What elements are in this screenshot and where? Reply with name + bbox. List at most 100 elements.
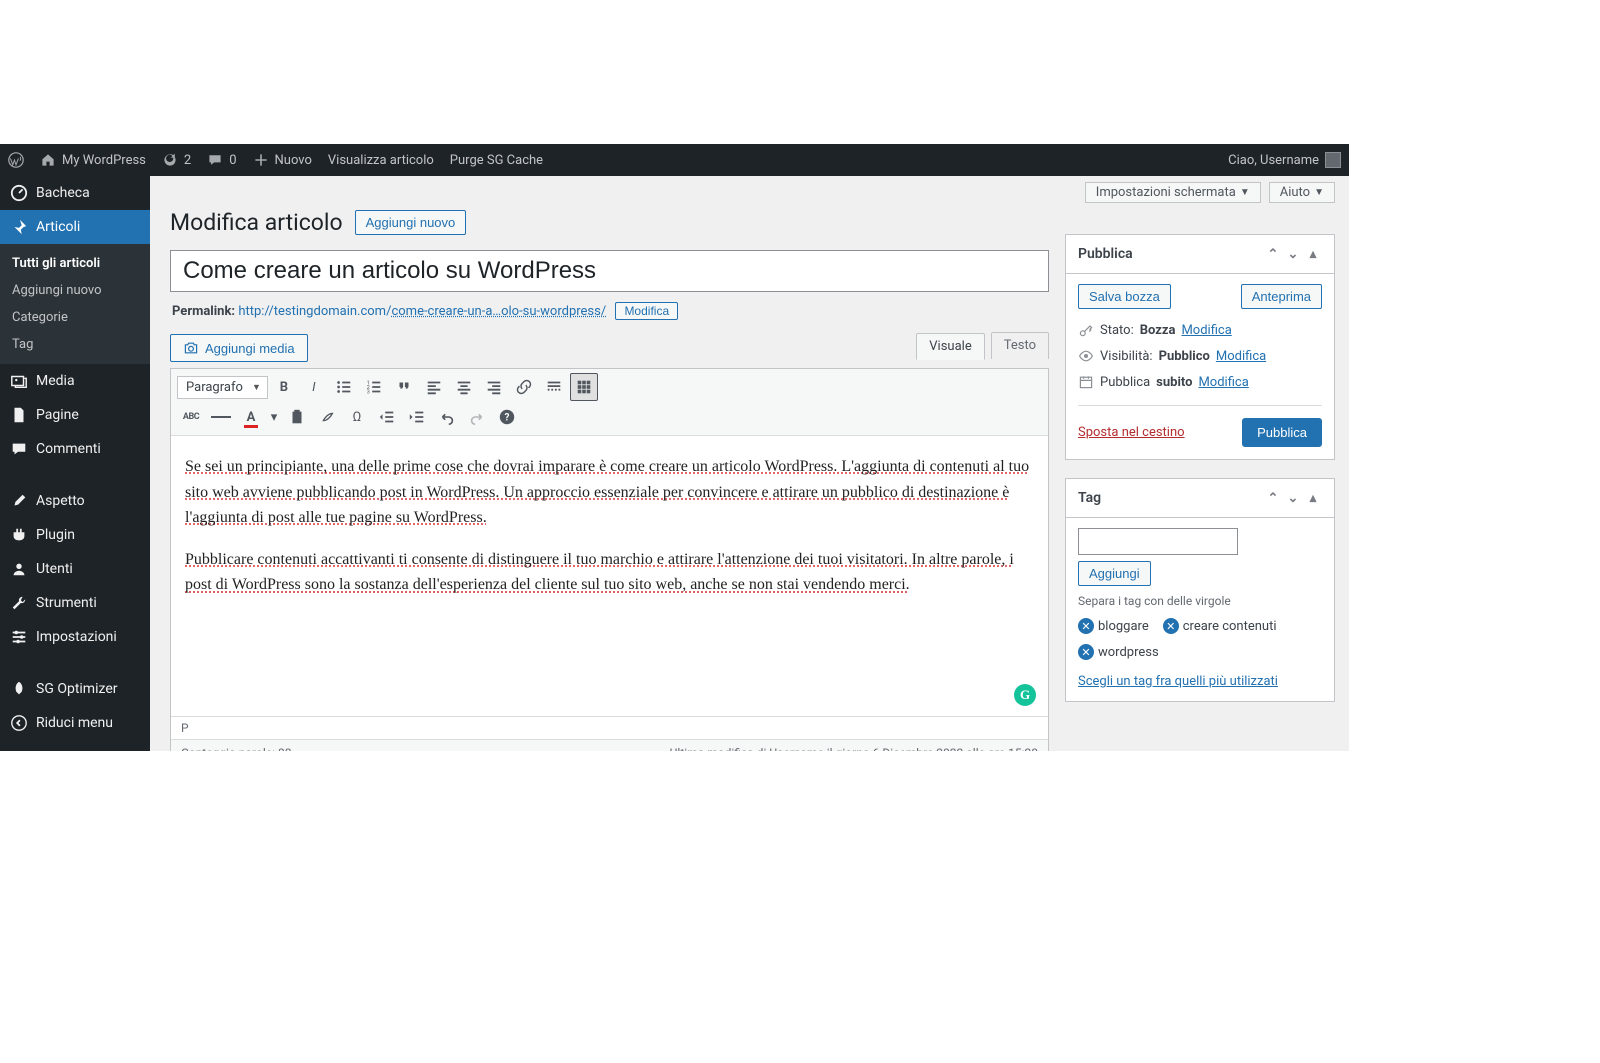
sidebar-item-settings[interactable]: Impostazioni — [0, 620, 150, 654]
sidebar-item-appearance[interactable]: Aspetto — [0, 484, 150, 518]
metabox-toggle-icon[interactable]: ▴ — [1304, 489, 1322, 507]
site-name-link[interactable]: My WordPress — [32, 144, 154, 176]
preview-button[interactable]: Anteprima — [1241, 284, 1322, 309]
comments-link[interactable]: 0 — [199, 144, 244, 176]
metabox-down-icon[interactable]: ⌄ — [1284, 245, 1302, 263]
sidebar-item-posts[interactable]: Articoli — [0, 210, 150, 244]
outdent-button[interactable] — [373, 403, 401, 431]
submenu-add-new[interactable]: Aggiungi nuovo — [0, 277, 150, 304]
special-char-button[interactable]: Ω — [343, 403, 371, 431]
indent-button[interactable] — [403, 403, 431, 431]
sidebar-collapse-button[interactable]: Riduci menu — [0, 706, 150, 740]
submenu-tags[interactable]: Tag — [0, 331, 150, 358]
sidebar-item-pages[interactable]: Pagine — [0, 398, 150, 432]
text-color-dropdown[interactable]: ▾ — [267, 403, 281, 431]
home-icon — [40, 152, 56, 168]
editor-tab-text[interactable]: Testo — [991, 332, 1049, 359]
purge-cache-link[interactable]: Purge SG Cache — [442, 144, 551, 176]
submenu-categories[interactable]: Categorie — [0, 304, 150, 331]
editor-toolbar: Paragrafo B I 123 ABC — [171, 369, 1048, 436]
add-media-button[interactable]: Aggiungi media — [170, 334, 308, 362]
more-button[interactable] — [540, 373, 568, 401]
screen-options-toggle[interactable]: Impostazioni schermata▼ — [1085, 182, 1261, 203]
element-path[interactable]: P — [171, 716, 1048, 739]
bold-button[interactable]: B — [270, 373, 298, 401]
grammarly-icon[interactable]: G — [1014, 684, 1036, 706]
help-toggle[interactable]: Aiuto▼ — [1269, 182, 1335, 203]
publish-button[interactable]: Pubblica — [1242, 418, 1322, 447]
clear-formatting-button[interactable] — [313, 403, 341, 431]
metabox-up-icon[interactable]: ⌃ — [1264, 489, 1282, 507]
sidebar-item-users[interactable]: Utenti — [0, 552, 150, 586]
metabox-down-icon[interactable]: ⌄ — [1284, 489, 1302, 507]
wordpress-icon — [8, 152, 24, 168]
editor-status-bar: Conteggio parole: 88 Ultima modifica di … — [171, 739, 1048, 751]
post-title-input[interactable] — [170, 250, 1049, 292]
media-icon — [10, 372, 28, 390]
sidebar-item-comments[interactable]: Commenti — [0, 432, 150, 466]
editor-container: Paragrafo B I 123 ABC — [170, 368, 1049, 751]
add-tag-button[interactable]: Aggiungi — [1078, 561, 1151, 586]
metabox-up-icon[interactable]: ⌃ — [1264, 245, 1282, 263]
sidebar-item-dashboard[interactable]: Bacheca — [0, 176, 150, 210]
sidebar-item-sg-optimizer[interactable]: SG Optimizer — [0, 672, 150, 706]
save-draft-button[interactable]: Salva bozza — [1078, 284, 1171, 309]
tag-input[interactable] — [1078, 528, 1238, 555]
edit-permalink-button[interactable]: Modifica — [615, 302, 678, 320]
site-name: My WordPress — [62, 153, 146, 168]
redo-button[interactable] — [463, 403, 491, 431]
wp-logo[interactable] — [0, 144, 32, 176]
user-greeting[interactable]: Ciao, Username — [1220, 144, 1349, 176]
edit-status-link[interactable]: Modifica — [1181, 323, 1231, 338]
admin-bar: My WordPress 2 0 Nuovo Visualizza artico… — [0, 144, 1349, 176]
publish-title: Pubblica — [1078, 246, 1133, 262]
content-editor[interactable]: Se sei un principiante, una delle prime … — [171, 436, 1048, 716]
sidebar-item-plugins[interactable]: Plugin — [0, 518, 150, 552]
calendar-icon — [1078, 374, 1094, 390]
undo-button[interactable] — [433, 403, 461, 431]
add-new-post-button[interactable]: Aggiungi nuovo — [355, 210, 467, 235]
remove-tag-icon[interactable]: ✕ — [1163, 618, 1179, 634]
italic-button[interactable]: I — [300, 373, 328, 401]
move-to-trash-link[interactable]: Sposta nel cestino — [1078, 425, 1185, 440]
eye-icon — [1078, 348, 1094, 364]
tag-help-text: Separa i tag con delle virgole — [1078, 586, 1322, 618]
align-left-button[interactable] — [420, 373, 448, 401]
submenu-all-posts[interactable]: Tutti gli articoli — [0, 250, 150, 277]
editor-tab-visual[interactable]: Visuale — [916, 333, 984, 360]
hr-button[interactable] — [207, 403, 235, 431]
permalink-row: Permalink: http://testingdomain.com/come… — [170, 292, 1049, 334]
align-center-button[interactable] — [450, 373, 478, 401]
view-post-link[interactable]: Visualizza articolo — [320, 144, 442, 176]
edit-schedule-link[interactable]: Modifica — [1198, 375, 1248, 390]
svg-text:?: ? — [505, 413, 510, 424]
metabox-toggle-icon[interactable]: ▴ — [1304, 245, 1322, 263]
bullet-list-button[interactable] — [330, 373, 358, 401]
new-content-link[interactable]: Nuovo — [245, 144, 320, 176]
edit-visibility-link[interactable]: Modifica — [1216, 349, 1266, 364]
keyboard-help-button[interactable]: ? — [493, 403, 521, 431]
new-label: Nuovo — [275, 153, 312, 168]
numbered-list-button[interactable]: 123 — [360, 373, 388, 401]
pin-icon — [10, 218, 28, 236]
toolbar-toggle-button[interactable] — [570, 373, 598, 401]
page-icon — [10, 406, 28, 424]
remove-tag-icon[interactable]: ✕ — [1078, 618, 1094, 634]
tag-chip: ✕bloggare — [1078, 618, 1149, 634]
paste-text-button[interactable] — [283, 403, 311, 431]
link-button[interactable] — [510, 373, 538, 401]
blockquote-button[interactable] — [390, 373, 418, 401]
permalink-link[interactable]: http://testingdomain.com/come-creare-un-… — [238, 304, 606, 319]
format-select[interactable]: Paragrafo — [177, 376, 268, 399]
strikethrough-button[interactable]: ABC — [177, 403, 205, 431]
tag-list: ✕bloggare ✕creare contenuti ✕wordpress — [1078, 618, 1322, 660]
updates-link[interactable]: 2 — [154, 144, 199, 176]
comment-icon — [207, 152, 223, 168]
sidebar-item-tools[interactable]: Strumenti — [0, 586, 150, 620]
remove-tag-icon[interactable]: ✕ — [1078, 644, 1094, 660]
sliders-icon — [10, 628, 28, 646]
align-right-button[interactable] — [480, 373, 508, 401]
tag-cloud-link[interactable]: Scegli un tag fra quelli più utilizzati — [1078, 674, 1278, 689]
sidebar-item-media[interactable]: Media — [0, 364, 150, 398]
text-color-button[interactable]: A — [237, 403, 265, 431]
